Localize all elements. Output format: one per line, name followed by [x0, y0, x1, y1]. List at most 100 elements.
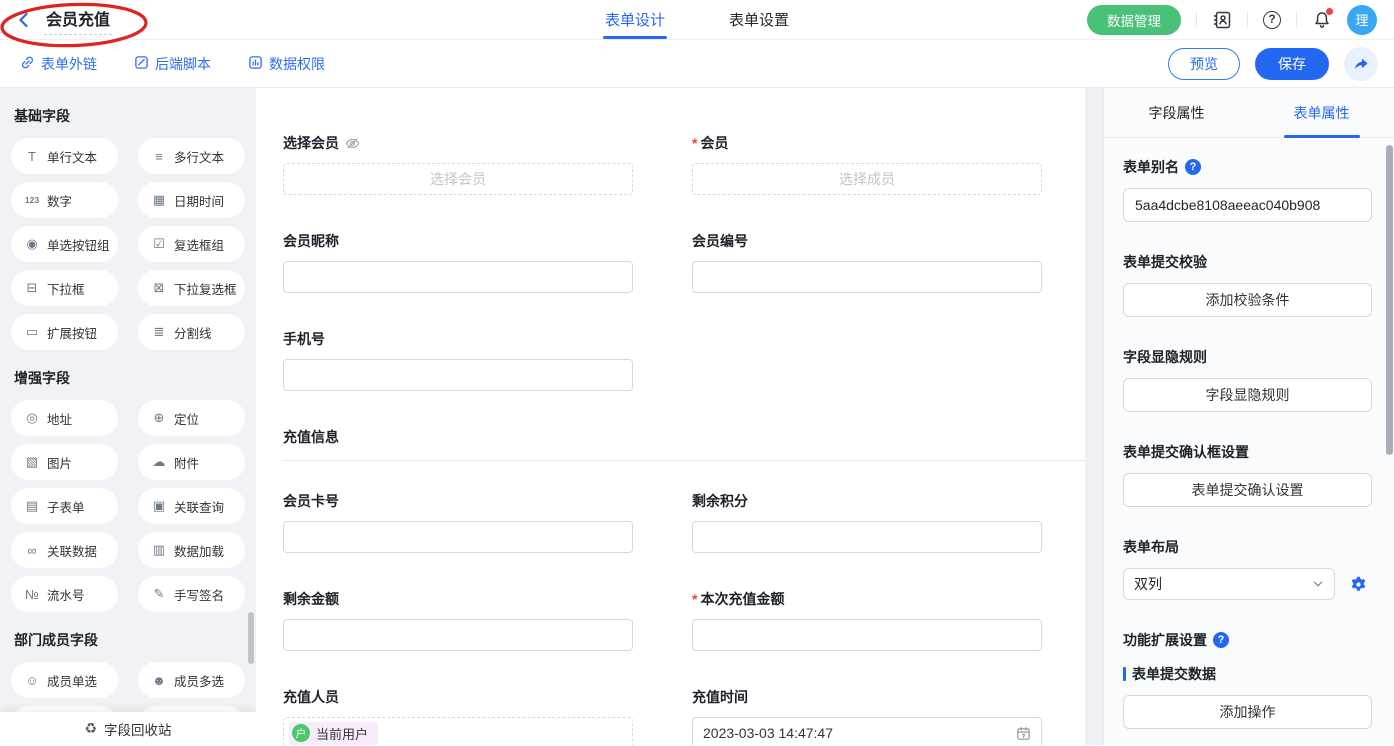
eye-off-icon [345, 136, 360, 151]
toolbar-link-backend-script[interactable]: 后端脚本 [134, 54, 211, 74]
panel-section-label-row: 表单布局 [1123, 537, 1372, 557]
field-label: 剩余积分 [692, 491, 748, 511]
share-icon[interactable] [1344, 47, 1378, 81]
field-remaining-points[interactable]: 剩余积分 [692, 491, 1042, 553]
sidebar-item-extend-button[interactable]: ▭扩展按钮 [11, 314, 118, 350]
sidebar-item-linked-data[interactable]: ∞关联数据 [11, 532, 118, 568]
contacts-icon[interactable] [1212, 10, 1232, 30]
back-icon[interactable] [15, 11, 33, 29]
toolbar-link-data-permission[interactable]: 数据权限 [248, 54, 325, 74]
sidebar-item-data-load[interactable]: ▥数据加载 [138, 532, 245, 568]
field-label: 会员 [700, 133, 728, 153]
panel-scrollbar[interactable] [1386, 145, 1393, 455]
sidebar-item-serial-number[interactable]: №流水号 [11, 576, 118, 612]
field-recharge-amount[interactable]: *本次充值金额 [692, 589, 1042, 651]
form-alias-input[interactable]: 5aa4dcbe8108aeeac040b908 [1123, 188, 1372, 222]
divider-icon: ≣ [151, 324, 167, 340]
tab-form-settings[interactable]: 表单设置 [729, 0, 789, 39]
number-icon: 123 [24, 195, 40, 205]
help-icon[interactable]: ? [1263, 11, 1281, 29]
field-text-input[interactable] [692, 261, 1042, 293]
sidebar-item-location[interactable]: ⊕定位 [138, 400, 245, 436]
placeholder-text: 选择会员 [430, 169, 486, 189]
field-member[interactable]: *会员选择成员 [692, 133, 1042, 195]
bell-icon[interactable] [1312, 10, 1332, 30]
sidebar-item-label: 数据加载 [174, 541, 224, 560]
toolbar-link-label: 表单外链 [41, 54, 97, 74]
sidebar-item-dropdown-multi[interactable]: ⊠下拉复选框 [138, 270, 245, 306]
field-member-no[interactable]: 会员编号 [692, 231, 1042, 293]
field-text-input[interactable] [692, 619, 1042, 651]
toolbar-link-form-external-link[interactable]: 表单外链 [20, 54, 97, 74]
page-title[interactable]: 会员充值 [44, 4, 112, 35]
form-submit-data-button[interactable]: 添加操作 [1123, 695, 1372, 729]
sidebar-item-checkbox-group[interactable]: ☑复选框组 [138, 226, 245, 262]
sidebar-item-single-line-text[interactable]: T单行文本 [11, 138, 118, 174]
field-text-input[interactable] [283, 521, 633, 553]
field-text-input[interactable] [283, 261, 633, 293]
sidebar-group-grid: ◎地址 ⊕定位 ▧图片 ☁附件 ▤子表单 ▣关联查询 ∞关联数据 ▥数据加载 №流水号 ✎手写签名 [0, 400, 256, 612]
field-label-row: *本次充值金额 [692, 589, 1042, 609]
form-section-recharge-info[interactable]: 充值信息 [283, 427, 1085, 461]
field-label: 选择会员 [283, 133, 339, 153]
field-recharge-operator[interactable]: 充值人员户当前用户 [283, 687, 633, 745]
sidebar-item-multi-line-text[interactable]: ≡多行文本 [138, 138, 245, 174]
sidebar-item-label: 流水号 [47, 585, 85, 604]
field-label: 会员编号 [692, 231, 748, 251]
field-mobile[interactable]: 手机号 [283, 329, 633, 391]
save-button[interactable]: 保存 [1255, 48, 1329, 80]
field-remaining-amount[interactable]: 剩余金额 [283, 589, 633, 651]
tab-field-props[interactable]: 字段属性 [1104, 88, 1249, 137]
sidebar-item-radio-group[interactable]: ◉单选按钮组 [11, 226, 118, 262]
avatar[interactable]: 理 [1347, 5, 1377, 35]
form-row: 充值人员户当前用户 充值时间2023-03-03 14:47:47 [283, 687, 1085, 745]
sidebar-item-label: 数字 [47, 191, 72, 210]
field-datetime-input[interactable]: 2023-03-03 14:47:47 [692, 717, 1042, 745]
preview-button[interactable]: 预览 [1168, 48, 1240, 80]
field-label-row: 充值人员 [283, 687, 633, 707]
field-member-nickname[interactable]: 会员昵称 [283, 231, 633, 293]
panel-section-label-row: 表单提交校验 [1123, 252, 1372, 272]
empty-cell [692, 329, 1042, 391]
field-picker-control[interactable]: 选择会员 [283, 163, 633, 195]
sidebar-item-divider[interactable]: ≣分割线 [138, 314, 245, 350]
sidebar-item-number[interactable]: 123 数字 [11, 182, 118, 218]
help-icon[interactable]: ? [1213, 632, 1229, 648]
sidebar-item-member-multi[interactable]: ☻成员多选 [138, 662, 245, 698]
submit-confirm-setting-button[interactable]: 表单提交确认设置 [1123, 473, 1372, 507]
field-recharge-time[interactable]: 充值时间2023-03-03 14:47:47 [692, 687, 1042, 745]
sidebar-item-label: 多行文本 [174, 147, 224, 166]
panel-section-submit-confirm-setting: 表单提交确认框设置表单提交确认设置 [1123, 442, 1372, 507]
layout-select[interactable]: 双列 [1123, 568, 1335, 600]
header-tabs: 表单设计 表单设置 [605, 0, 789, 39]
sidebar-item-dropdown[interactable]: ⊟下拉框 [11, 270, 118, 306]
field-text-input[interactable] [692, 521, 1042, 553]
sidebar-item-linked-query[interactable]: ▣关联查询 [138, 488, 245, 524]
field-visibility-rules-button[interactable]: 字段显隐规则 [1123, 378, 1372, 412]
field-text-input[interactable] [283, 359, 633, 391]
divider [1296, 12, 1297, 27]
sidebar-item-image[interactable]: ▧图片 [11, 444, 118, 480]
tab-form-props[interactable]: 表单属性 [1249, 88, 1394, 137]
tab-form-design[interactable]: 表单设计 [605, 0, 665, 39]
field-member-card-no[interactable]: 会员卡号 [283, 491, 633, 553]
sidebar-item-datetime[interactable]: ▦日期时间 [138, 182, 245, 218]
data-manage-button[interactable]: 数据管理 [1087, 5, 1181, 35]
gear-icon[interactable] [1349, 575, 1368, 594]
help-icon[interactable]: ? [1185, 159, 1201, 175]
sidebar-item-label: 成员单选 [47, 671, 97, 690]
sidebar-item-signature[interactable]: ✎手写签名 [138, 576, 245, 612]
field-text-input[interactable] [283, 619, 633, 651]
sidebar-item-member-single[interactable]: ☺成员单选 [11, 662, 118, 698]
field-label: 会员卡号 [283, 491, 339, 511]
field-select-member[interactable]: 选择会员选择会员 [283, 133, 633, 195]
field-picker-control[interactable]: 选择成员 [692, 163, 1042, 195]
sidebar-scrollbar[interactable] [248, 612, 254, 664]
sidebar-item-subform[interactable]: ▤子表单 [11, 488, 118, 524]
sidebar-item-address[interactable]: ◎地址 [11, 400, 118, 436]
field-recycle-bin[interactable]: ♻ 字段回收站 [0, 712, 256, 745]
field-label-row: 剩余金额 [283, 589, 633, 609]
field-member-control[interactable]: 户当前用户 [283, 717, 633, 745]
sidebar-item-attachment[interactable]: ☁附件 [138, 444, 245, 480]
submit-validation-button[interactable]: 添加校验条件 [1123, 283, 1372, 317]
